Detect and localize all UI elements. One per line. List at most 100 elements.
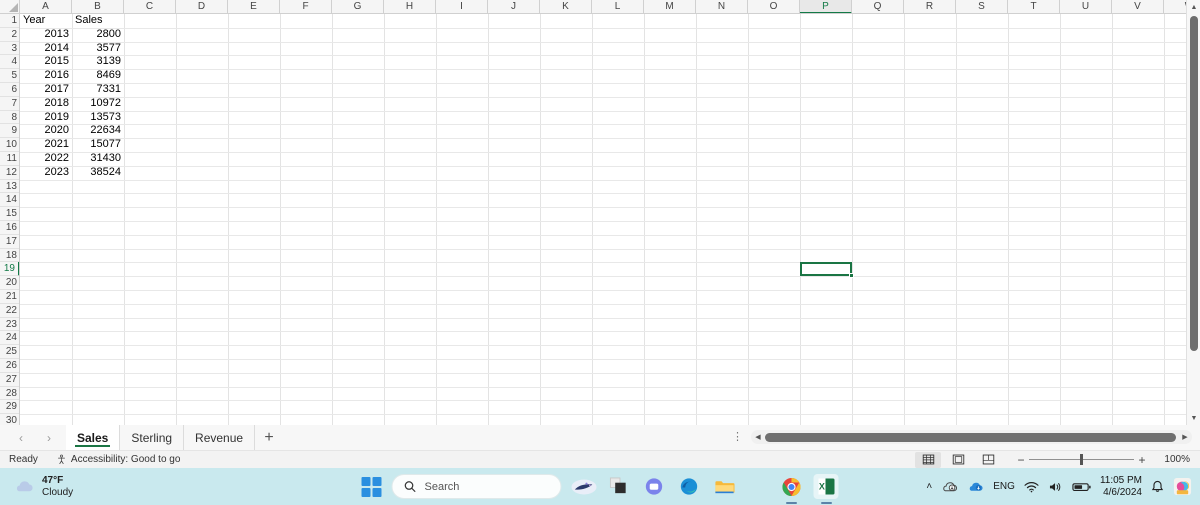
- edge-icon[interactable]: [677, 474, 702, 499]
- cell-b9[interactable]: 22634: [72, 124, 124, 138]
- cell-a10[interactable]: 2021: [20, 138, 72, 152]
- column-header-a[interactable]: A: [20, 0, 72, 13]
- column-header-g[interactable]: G: [332, 0, 384, 13]
- row-header-15[interactable]: 15: [0, 207, 19, 221]
- cell-a9[interactable]: 2020: [20, 124, 72, 138]
- page-layout-view-button[interactable]: [945, 452, 971, 468]
- row-header-25[interactable]: 25: [0, 345, 19, 359]
- taskbar-search-box[interactable]: Search: [391, 474, 562, 499]
- column-header-s[interactable]: S: [956, 0, 1008, 13]
- column-header-i[interactable]: I: [436, 0, 488, 13]
- row-header-10[interactable]: 10: [0, 138, 19, 152]
- cell-a2[interactable]: 2013: [20, 28, 72, 42]
- cell-b8[interactable]: 13573: [72, 111, 124, 125]
- column-header-v[interactable]: V: [1112, 0, 1164, 13]
- add-sheet-button[interactable]: +: [255, 425, 283, 450]
- column-header-h[interactable]: H: [384, 0, 436, 13]
- zoom-out-button[interactable]: −: [1013, 453, 1029, 467]
- row-header-7[interactable]: 7: [0, 96, 19, 111]
- row-header-23[interactable]: 23: [0, 317, 19, 332]
- start-button[interactable]: [361, 476, 382, 497]
- cell-b4[interactable]: 3139: [72, 55, 124, 69]
- row-header-21[interactable]: 21: [0, 290, 19, 304]
- language-indicator[interactable]: ENG: [993, 481, 1015, 492]
- sheet-tab-sterling[interactable]: Sterling: [120, 425, 185, 450]
- cell-a7[interactable]: 2018: [20, 97, 72, 111]
- teams-icon[interactable]: [642, 474, 667, 499]
- scroll-down-arrow-icon[interactable]: ▼: [1187, 411, 1200, 425]
- column-header-r[interactable]: R: [904, 0, 956, 13]
- excel-icon[interactable]: X: [813, 474, 839, 499]
- zoom-slider[interactable]: [1029, 452, 1134, 468]
- volume-icon[interactable]: [1048, 481, 1063, 493]
- row-header-5[interactable]: 5: [0, 69, 19, 83]
- cell-a6[interactable]: 2017: [20, 83, 72, 97]
- column-header-o[interactable]: O: [748, 0, 800, 13]
- row-header-22[interactable]: 22: [0, 303, 19, 318]
- cell-a1[interactable]: Year: [20, 14, 72, 28]
- row-header-28[interactable]: 28: [0, 386, 19, 401]
- onedrive-icon[interactable]: [941, 480, 958, 493]
- select-all-corner[interactable]: [0, 0, 20, 14]
- row-header-27[interactable]: 27: [0, 372, 19, 387]
- column-header-f[interactable]: F: [280, 0, 332, 13]
- column-header-t[interactable]: T: [1008, 0, 1060, 13]
- cell-b7[interactable]: 10972: [72, 97, 124, 111]
- selected-cell-p19[interactable]: [800, 262, 854, 279]
- cell-b11[interactable]: 31430: [72, 152, 124, 166]
- fill-handle[interactable]: [849, 273, 854, 279]
- file-explorer-icon[interactable]: [712, 474, 737, 499]
- row-header-29[interactable]: 29: [0, 400, 19, 415]
- column-header-l[interactable]: L: [592, 0, 644, 13]
- vertical-scrollbar[interactable]: ▲ ▼: [1186, 0, 1200, 425]
- row-header-9[interactable]: 9: [0, 124, 19, 139]
- row-header-2[interactable]: 2: [0, 27, 19, 42]
- task-view-icon[interactable]: [607, 474, 632, 499]
- column-header-c[interactable]: C: [124, 0, 176, 13]
- next-sheet-button[interactable]: ›: [38, 428, 60, 448]
- row-header-20[interactable]: 20: [0, 276, 19, 290]
- accessibility-status[interactable]: Accessibility: Good to go: [56, 454, 180, 465]
- row-header-18[interactable]: 18: [0, 248, 19, 263]
- column-header-j[interactable]: J: [488, 0, 540, 13]
- cell-b12[interactable]: 38524: [72, 166, 124, 180]
- column-header-w[interactable]: W: [1164, 0, 1186, 13]
- row-header-4[interactable]: 4: [0, 55, 19, 70]
- column-header-u[interactable]: U: [1060, 0, 1112, 13]
- onedrive-blue-icon[interactable]: [967, 480, 984, 493]
- column-header-n[interactable]: N: [696, 0, 748, 13]
- row-header-3[interactable]: 3: [0, 41, 19, 56]
- cell-b3[interactable]: 3577: [72, 42, 124, 56]
- cell-a12[interactable]: 2023: [20, 166, 72, 180]
- row-header-13[interactable]: 13: [0, 179, 19, 194]
- row-header-17[interactable]: 17: [0, 234, 19, 249]
- column-header-m[interactable]: M: [644, 0, 696, 13]
- copilot-tray-icon[interactable]: [1173, 477, 1192, 496]
- row-header-6[interactable]: 6: [0, 83, 19, 97]
- column-header-k[interactable]: K: [540, 0, 592, 13]
- zoom-level-label[interactable]: 100%: [1156, 454, 1190, 465]
- cell-grid[interactable]: Year Sales 2013 2800 2014 3577 2015 3139 2016 846…: [20, 14, 1186, 425]
- row-header-12[interactable]: 12: [0, 165, 19, 180]
- chrome-icon[interactable]: [779, 474, 804, 499]
- cell-b1[interactable]: Sales: [72, 14, 124, 28]
- row-header-8[interactable]: 8: [0, 110, 19, 125]
- page-break-view-button[interactable]: [975, 452, 1001, 468]
- cell-a4[interactable]: 2015: [20, 55, 72, 69]
- cell-b2[interactable]: 2800: [72, 28, 124, 42]
- battery-icon[interactable]: [1072, 481, 1091, 493]
- row-header-14[interactable]: 14: [0, 193, 19, 208]
- taskbar-clock[interactable]: 11:05 PM 4/6/2024: [1100, 475, 1142, 499]
- cell-a3[interactable]: 2014: [20, 42, 72, 56]
- row-header-1[interactable]: 1: [0, 14, 19, 28]
- row-header-19[interactable]: 19: [0, 262, 19, 277]
- zoom-slider-handle[interactable]: [1080, 454, 1084, 465]
- row-header-30[interactable]: 30: [0, 414, 19, 425]
- cell-a5[interactable]: 2016: [20, 69, 72, 83]
- cell-b5[interactable]: 8469: [72, 69, 124, 83]
- cell-b6[interactable]: 7331: [72, 83, 124, 97]
- sheet-tab-revenue[interactable]: Revenue: [184, 425, 256, 450]
- normal-view-button[interactable]: [915, 451, 941, 468]
- vertical-scroll-thumb[interactable]: [1190, 16, 1198, 351]
- cell-b10[interactable]: 15077: [72, 138, 124, 152]
